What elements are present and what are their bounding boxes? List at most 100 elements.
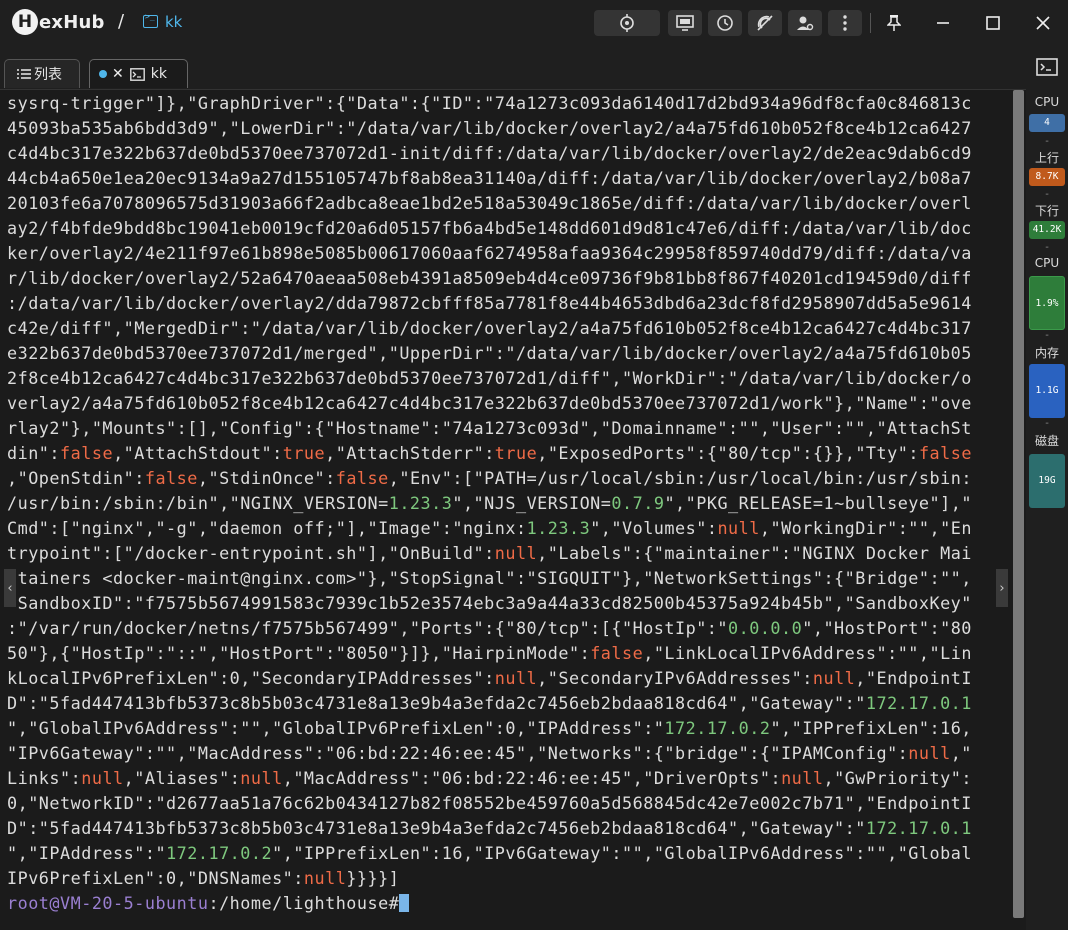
- terminal-line: Links":null,"Aliases":null,"MacAddress":…: [7, 768, 972, 788]
- logo-mark: H: [12, 9, 38, 35]
- toolbar-divider: [870, 13, 871, 33]
- connected-dot-icon: [99, 70, 107, 78]
- tab-close-icon[interactable]: ✕: [112, 66, 124, 82]
- terminal-line: :"/var/run/docker/netns/f7575b567499","P…: [7, 618, 972, 638]
- upload-label: 上行: [1034, 151, 1059, 165]
- pin-button[interactable]: [879, 8, 909, 38]
- list-icon: [17, 69, 31, 79]
- cpu-usage-label: CPU: [1034, 256, 1060, 270]
- hexhub-logo[interactable]: H exHub: [12, 9, 105, 35]
- terminal-line: sysrq-trigger"]},"GraphDriver":{"Data":{…: [7, 93, 972, 113]
- scrollbar-thumb[interactable]: [1013, 90, 1024, 918]
- prompt-line[interactable]: root@VM-20-5-ubuntu:/home/lighthouse#: [7, 891, 1011, 916]
- terminal-line: "SandboxID":"f7575b5674991583c7939c1b52e…: [7, 593, 972, 613]
- memory-gauge: 1.1G: [1029, 364, 1065, 418]
- terminal-line: 0,"NetworkID":"d2677aa51a76c62b0434127b8…: [7, 793, 972, 813]
- minimize-icon: [937, 22, 949, 24]
- tab-list-label: 列表: [34, 67, 62, 83]
- terminal-line: :/data/var/lib/docker/overlay2/dda79872c…: [7, 293, 972, 313]
- maximize-button[interactable]: [978, 8, 1008, 38]
- terminal-line: 20103fe6a7078096575d31903a66f2adbca8eae1…: [7, 193, 972, 213]
- terminal-line: 2f8ce4b12ca6427c4d4bc317e322b637de0bd537…: [7, 368, 972, 388]
- terminal-line: ker/overlay2/4e211f97e61b898e5085b006170…: [7, 243, 972, 263]
- user-settings-button[interactable]: [788, 10, 822, 36]
- terminal-line: "IPv6Gateway":"","MacAddress":"06:bd:22:…: [7, 743, 972, 763]
- breadcrumb-separator: /: [118, 11, 125, 32]
- cpu-label: CPU: [1034, 95, 1060, 109]
- tab-list[interactable]: 列表: [4, 59, 80, 88]
- terminal-line: ","IPAddress":"172.17.0.2","IPPrefixLen"…: [7, 843, 972, 863]
- more-button[interactable]: [828, 10, 862, 36]
- terminal-line: 50"},{"HostIp":"::","HostPort":"8050"}]}…: [7, 643, 972, 663]
- upload-rate-badge: 8.7K: [1029, 168, 1065, 186]
- user-gear-icon: [797, 16, 814, 31]
- terminal-line: D":"5fad447413bfb5373c8b5b03c4731e8a13e9…: [7, 818, 972, 838]
- terminal-icon: [143, 12, 158, 28]
- terminal-line: ","GlobalIPv6Address":"","GlobalIPv6Pref…: [7, 718, 972, 738]
- tab-bar: 列表 ✕ kk: [0, 46, 1026, 90]
- terminal-line: c4d4bc317e322b637de0bd5370ee737072d1-ini…: [7, 143, 972, 163]
- terminal-icon: [129, 67, 145, 81]
- terminal-text[interactable]: sysrq-trigger"]},"GraphDriver":{"Data":{…: [7, 91, 1011, 916]
- separator-dash: -: [1045, 242, 1049, 253]
- more-vertical-icon: [843, 15, 847, 31]
- terminal-line: kLocalIPv6PrefixLen":0,"SecondaryIPAddre…: [7, 668, 972, 688]
- terminal-output[interactable]: sysrq-trigger"]},"GraphDriver":{"Data":{…: [0, 89, 1026, 930]
- terminal-line: trypoint":["/docker-entrypoint.sh"],"OnB…: [7, 543, 972, 563]
- right-collapse-arrow[interactable]: ›: [996, 569, 1008, 607]
- terminal-line: 44cb4a650e1ea20ec9134a9a27d155105747bf8a…: [7, 168, 972, 188]
- terminal-line: IPv6PrefixLen":0,"DNSNames":null}}}}]: [7, 868, 400, 888]
- prompt-path: :/home/lighthouse#: [208, 893, 400, 913]
- prompt-user: root@VM-20-5-ubuntu: [7, 893, 209, 913]
- terminal-line: din":false,"AttachStdout":true,"AttachSt…: [7, 443, 972, 463]
- monitor-icon: [676, 15, 694, 31]
- terminal-line: rlay2"},"Mounts":[],"Config":{"Hostname"…: [7, 418, 972, 438]
- memory-value: 1.1G: [1035, 385, 1059, 396]
- maximize-icon: [986, 16, 1000, 30]
- disk-label: 磁盘: [1034, 434, 1059, 448]
- cpu-usage-gauge: 1.9%: [1029, 276, 1065, 330]
- terminal-icon: [1036, 58, 1058, 76]
- chevron-left-icon: ‹: [7, 580, 13, 596]
- separator-dash: -: [1045, 330, 1049, 341]
- text-cursor: [399, 894, 410, 912]
- history-button[interactable]: [708, 10, 742, 36]
- terminal-line: Cmd":["nginx","-g","daemon off;"],"Image…: [7, 518, 972, 538]
- download-label: 下行: [1034, 204, 1059, 218]
- close-icon: [1036, 16, 1050, 30]
- pin-icon: [887, 15, 901, 31]
- close-button[interactable]: [1028, 8, 1058, 38]
- minimize-button[interactable]: [928, 8, 958, 38]
- terminal-line: c42e/diff","MergedDir":"/data/var/lib/do…: [7, 318, 972, 338]
- disk-usage-badge: 19G: [1029, 454, 1065, 508]
- logo-text: exHub: [39, 11, 105, 33]
- terminal-line: ,"OpenStdin":false,"StdinOnce":false,"En…: [7, 468, 972, 488]
- signal-off-icon: [757, 15, 773, 31]
- separator-dash: -: [1045, 189, 1049, 200]
- target-icon: [620, 14, 634, 32]
- separator-dash: -: [1045, 136, 1049, 147]
- history-icon: [717, 15, 733, 31]
- download-rate-badge: 41.2K: [1029, 221, 1065, 239]
- status-sidebar: CPU 4 - 上行 8.7K - 下行 41.2K - CPU 1.9% - …: [1026, 46, 1068, 930]
- breadcrumb-current[interactable]: kk: [165, 13, 182, 31]
- title-bar: H exHub / kk: [0, 0, 1068, 46]
- terminal-line: 45093ba535ab6bdd3d9","LowerDir":"/data/v…: [7, 118, 972, 138]
- separator-dash: -: [1045, 418, 1049, 429]
- chevron-right-icon: ›: [999, 580, 1005, 596]
- terminal-panel-button[interactable]: [1036, 58, 1058, 80]
- terminal-line: r/lib/docker/overlay2/52a6470aeaa508eb43…: [7, 268, 972, 288]
- target-button[interactable]: [594, 10, 660, 36]
- monitor-button[interactable]: [668, 10, 702, 36]
- tab-kk-label: kk: [150, 66, 167, 82]
- terminal-line: ntainers <docker-maint@nginx.com>"},"Sto…: [7, 568, 972, 588]
- terminal-line: /usr/bin:/sbin:/bin","NGINX_VERSION=1.23…: [7, 493, 972, 513]
- terminal-line: e322b637de0bd5370ee737072d1/merged","Upp…: [7, 343, 972, 363]
- terminal-line: verlay2/a4a75fd610b052f8ce4b12ca6427c4d4…: [7, 393, 972, 413]
- terminal-line: ay2/f4bfde9bdd8bc19041eb0019cfd20a6d0515…: [7, 218, 972, 238]
- left-collapse-arrow[interactable]: ‹: [4, 569, 16, 607]
- tab-kk[interactable]: ✕ kk: [89, 59, 188, 88]
- broadcast-off-button[interactable]: [748, 10, 782, 36]
- cpu-cores-badge: 4: [1029, 114, 1065, 132]
- memory-label: 内存: [1034, 346, 1059, 360]
